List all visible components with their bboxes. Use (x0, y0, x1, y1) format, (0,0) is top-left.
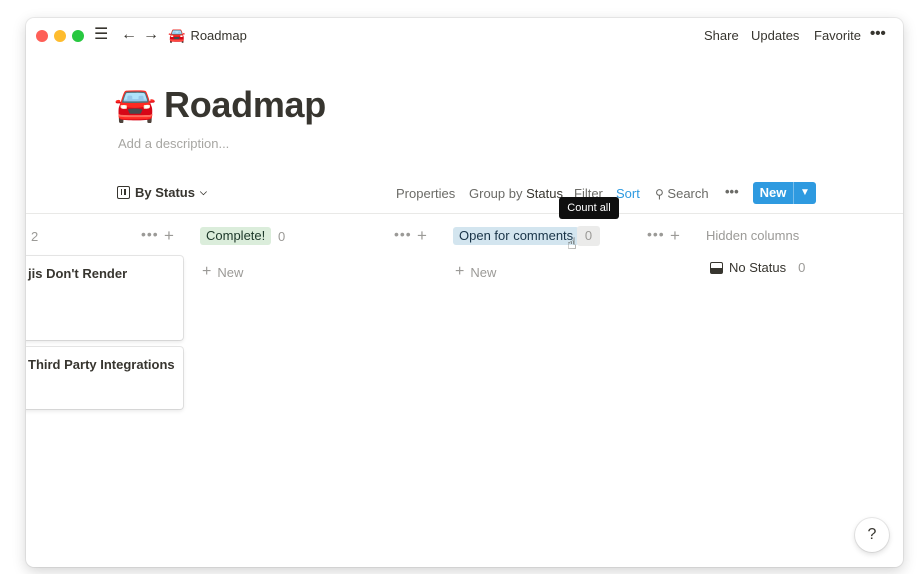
new-button[interactable]: New ▼ (753, 182, 816, 204)
group-by-prefix: Group by (469, 186, 523, 201)
new-button-label[interactable]: New (753, 182, 794, 204)
favorite-button[interactable]: Favorite (814, 28, 861, 43)
group-by-button[interactable]: Group by Status (469, 186, 563, 201)
forward-arrow-icon[interactable]: → (143, 26, 159, 44)
breadcrumb[interactable]: 🚘 Roadmap (168, 27, 247, 44)
hidden-columns-header: Hidden columns (706, 228, 800, 243)
column-add-icon[interactable]: + (417, 227, 427, 244)
divider (26, 213, 903, 214)
hidden-column-count: 0 (798, 260, 806, 275)
properties-button[interactable]: Properties (396, 186, 455, 201)
search-icon: ⚲ (655, 187, 664, 201)
view-label: By Status (135, 185, 195, 200)
hand-cursor-icon: ☝ (567, 236, 577, 253)
help-button[interactable]: ? (855, 518, 889, 552)
hidden-column-no-status[interactable]: No Status 0 (710, 260, 805, 275)
app-window: ☰ ← → 🚘 Roadmap Share Updates Favorite •… (26, 18, 903, 567)
maximize-window-button[interactable] (72, 30, 84, 42)
chevron-down-icon[interactable]: ▼ (794, 182, 816, 204)
view-more-icon[interactable]: ••• (725, 184, 739, 199)
search-button[interactable]: ⚲ Search (655, 186, 709, 201)
description-placeholder[interactable]: Add a description... (118, 136, 229, 151)
page-title-text[interactable]: Roadmap (164, 84, 326, 126)
updates-button[interactable]: Updates (751, 28, 799, 43)
column-add-icon[interactable]: + (164, 227, 174, 244)
back-arrow-icon[interactable]: ← (121, 26, 137, 44)
share-button[interactable]: Share (704, 28, 739, 43)
search-label: Search (667, 186, 709, 201)
inbox-icon (710, 261, 723, 274)
close-window-button[interactable] (36, 30, 48, 42)
board-view-icon (117, 186, 130, 199)
board-card[interactable]: jis Don't Render (26, 256, 183, 340)
menu-icon[interactable]: ☰ (94, 26, 108, 44)
car-icon: 🚘 (168, 27, 186, 43)
view-selector[interactable]: By Status ⌵ (117, 185, 207, 200)
topbar: ☰ ← → 🚘 Roadmap Share Updates Favorite •… (26, 18, 903, 53)
car-icon[interactable]: 🚘 (114, 85, 156, 125)
status-tag-complete[interactable]: Complete! (200, 227, 272, 245)
page-title[interactable]: 🚘 Roadmap (114, 84, 326, 126)
board-card[interactable]: Third Party Integrations (26, 347, 183, 409)
hidden-column-name: No Status (729, 260, 787, 275)
column-more-icon[interactable]: ••• (141, 226, 159, 242)
add-new-label: New (470, 264, 497, 280)
sort-button[interactable]: Sort (616, 186, 640, 201)
column-add-icon[interactable]: + (670, 227, 680, 244)
card-title: jis Don't Render (28, 266, 128, 281)
plus-icon: + (455, 263, 465, 280)
column-count: 0 (278, 229, 286, 244)
chevron-down-icon: ⌵ (199, 187, 207, 197)
add-new-card-button[interactable]: + New (202, 263, 243, 281)
minimize-window-button[interactable] (54, 30, 66, 42)
group-by-value: Status (526, 186, 563, 201)
plus-icon: + (202, 263, 212, 280)
more-options-icon[interactable]: ••• (870, 25, 886, 42)
add-new-label: New (217, 264, 244, 280)
add-new-card-button[interactable]: + New (455, 263, 496, 281)
column-count[interactable]: 0 (577, 226, 600, 246)
column-more-icon[interactable]: ••• (647, 226, 665, 242)
column-count: 2 (31, 229, 39, 244)
column-more-icon[interactable]: ••• (394, 226, 412, 242)
card-title: Third Party Integrations (28, 357, 175, 372)
count-all-tooltip: Count all (559, 197, 619, 219)
breadcrumb-title: Roadmap (190, 28, 247, 43)
status-tag-open-for-comments[interactable]: Open for comments (453, 227, 580, 245)
